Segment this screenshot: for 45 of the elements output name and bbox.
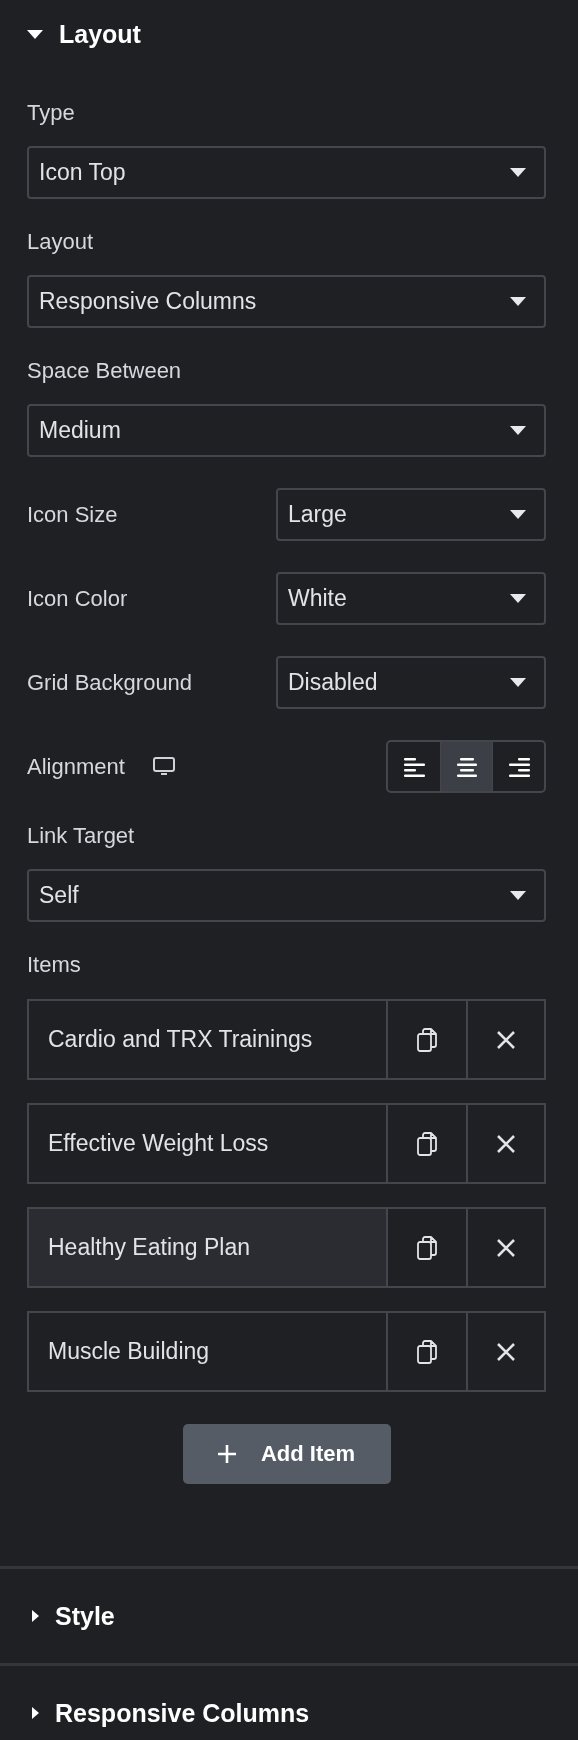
select-field[interactable]: Self [27, 869, 546, 922]
copy-icon [417, 1027, 437, 1052]
field-label: Items [27, 953, 82, 977]
field-label: Icon Size [27, 502, 118, 527]
caret-down-icon [510, 510, 526, 519]
plus-icon [217, 1445, 236, 1463]
caret-down-icon [510, 678, 526, 687]
select-field[interactable]: Icon Top [27, 146, 546, 199]
select-field[interactable]: Responsive Columns [27, 275, 546, 328]
add-item-button[interactable]: Add Item [182, 1424, 391, 1484]
caret-down-icon [510, 168, 526, 177]
select-field[interactable]: Large [276, 488, 546, 541]
field-label: Grid Background [27, 670, 193, 695]
field-label: Icon Color [27, 586, 128, 611]
copy-icon [417, 1131, 437, 1156]
copy-icon [417, 1339, 437, 1364]
close-icon [496, 1029, 516, 1050]
select-field[interactable]: Disabled [276, 656, 546, 709]
align-left-icon [403, 755, 425, 778]
section-header[interactable]: Responsive Columns [0, 1666, 578, 1740]
select-field[interactable]: Medium [27, 404, 546, 457]
caret-right-icon [32, 1707, 39, 1719]
section-header[interactable]: Style [0, 1569, 578, 1663]
field-label: Type [27, 101, 76, 125]
align-center-icon [455, 755, 478, 778]
caret-down-icon [510, 426, 526, 435]
select-field[interactable]: White [276, 572, 546, 625]
item-title[interactable]: Healthy Eating Plan [29, 1209, 388, 1286]
caret-down-icon [27, 29, 43, 39]
field-label: Layout [27, 230, 95, 254]
caret-down-icon [510, 891, 526, 900]
align-right-icon [507, 755, 530, 778]
field-label: Space Between [27, 359, 183, 383]
copy-icon [417, 1235, 437, 1260]
section-header[interactable]: Layout [0, 0, 578, 68]
close-icon [496, 1237, 516, 1258]
close-icon [496, 1341, 516, 1362]
caret-right-icon [32, 1610, 39, 1622]
caret-down-icon [510, 297, 526, 306]
caret-down-icon [510, 594, 526, 603]
close-icon [496, 1133, 516, 1154]
field-label: Alignment [27, 754, 125, 779]
align-center-button[interactable] [440, 742, 492, 791]
field-label: Link Target [27, 824, 136, 848]
desktop-icon[interactable] [152, 757, 175, 776]
